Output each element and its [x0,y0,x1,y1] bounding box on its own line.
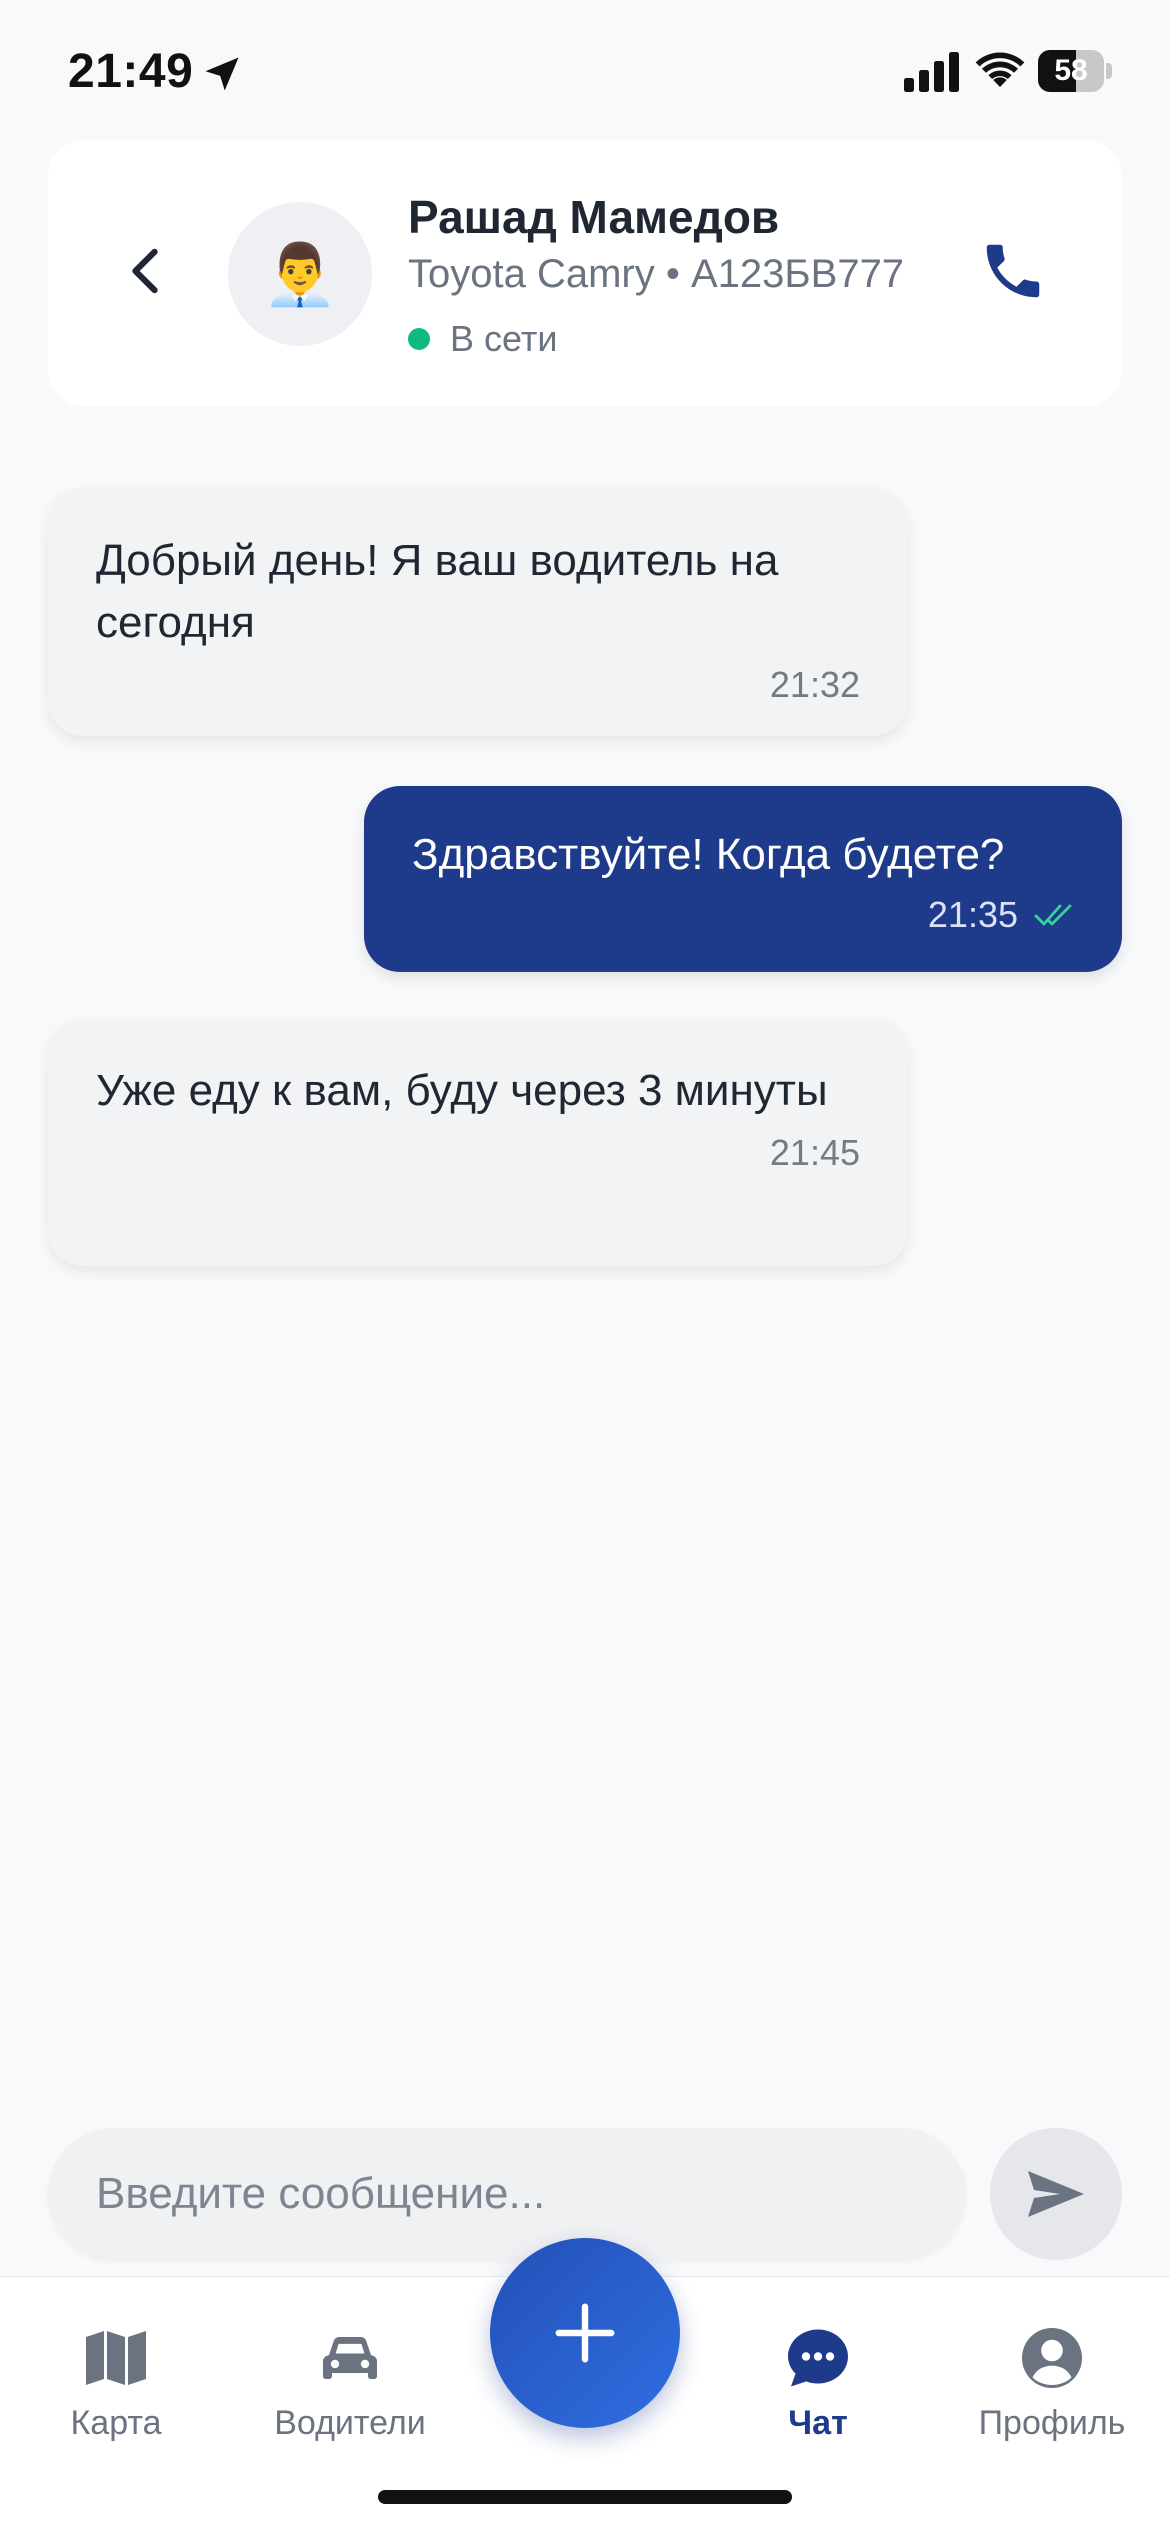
message-time: 21:32 [769,664,860,705]
vehicle-info: Toyota Camry • А123БВ777 [408,252,905,296]
message-text: Уже еду к вам, буду через 3 минуты [96,1066,828,1115]
message-outgoing[interactable]: Здравствуйте! Когда будете? 21:35 [364,786,1122,972]
online-status: В сети [408,318,557,360]
message-input[interactable] [48,2128,966,2260]
message-incoming[interactable]: Добрый день! Я ваш водитель на сегодня 2… [48,488,908,736]
nav-label: Профиль [978,2404,1126,2442]
battery-percent: 58 [1054,54,1088,87]
message-text: Здравствуйте! Когда будете? [412,830,1005,879]
nav-label: Чат [788,2404,848,2442]
location-arrow-icon [205,57,239,91]
nav-item-drivers[interactable]: Водители [250,2318,450,2443]
chat-icon [788,2329,848,2387]
car-icon [323,2337,377,2379]
message-time: 21:45 [769,1132,860,1173]
add-button[interactable] [490,2238,680,2428]
home-indicator [378,2490,792,2504]
message-text: Добрый день! Я ваш водитель на сегодня [96,536,779,647]
avatar-emoji: 👨‍💼 [262,240,338,308]
phone-icon[interactable] [978,236,1048,306]
profile-icon [1022,2328,1082,2388]
nav-item-chat[interactable]: Чат [718,2318,918,2443]
nav-item-profile[interactable]: Профиль [952,2318,1152,2443]
send-icon [1028,2171,1084,2217]
nav-label: Водители [274,2404,426,2442]
message-input-wrapper [48,2128,966,2260]
status-time: 21:49 [68,45,194,98]
chevron-left-icon [132,248,158,294]
back-button[interactable] [110,236,180,306]
nav-item-map[interactable]: Карта [16,2318,216,2443]
double-check-icon [1034,904,1072,926]
plus-icon [555,2303,615,2363]
nav-label: Карта [70,2404,162,2442]
send-button[interactable] [990,2128,1122,2260]
contact-name: Рашад Мамедов [408,191,780,243]
online-dot [408,328,430,350]
avatar[interactable]: 👨‍💼 [228,202,372,346]
wifi-icon [975,52,1025,87]
online-status-label: В сети [450,318,558,359]
battery-indicator: 58 [1038,50,1112,92]
message-incoming[interactable]: Уже еду к вам, буду через 3 минуты 21:45 [48,1018,908,1266]
message-time: 21:35 [927,894,1018,935]
map-icon [86,2331,146,2385]
cellular-signal-icon [904,52,959,92]
